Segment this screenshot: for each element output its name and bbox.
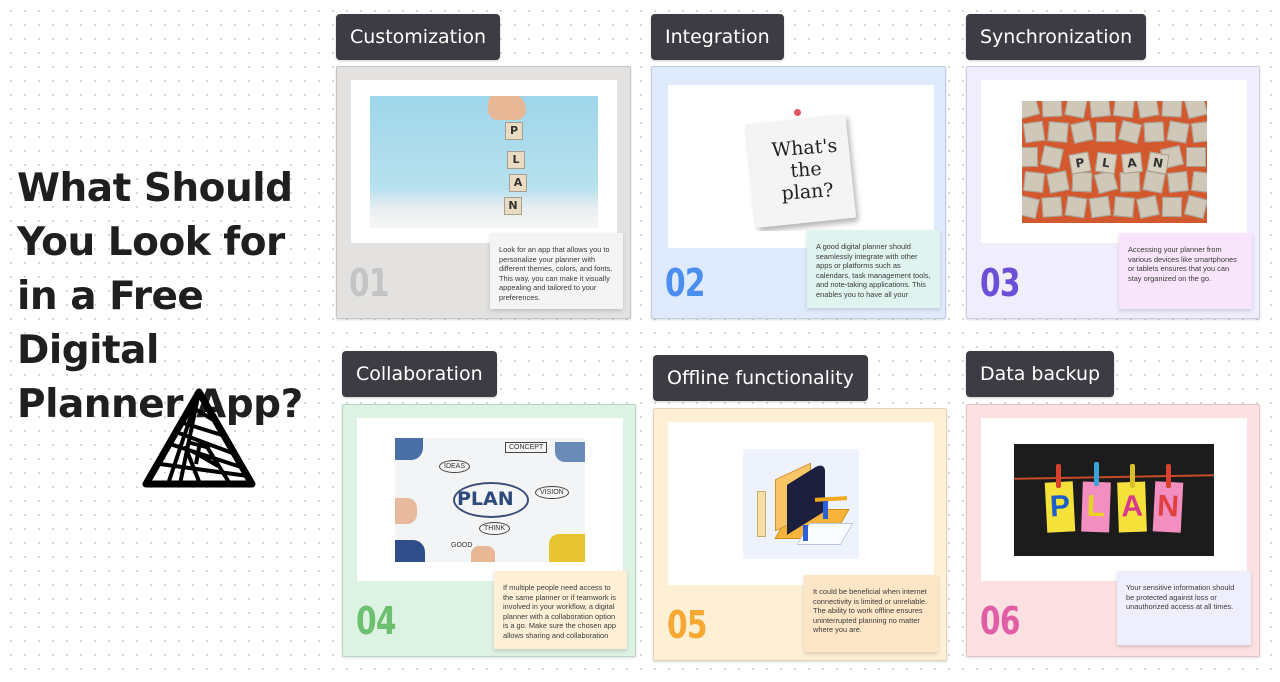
image-frame [668,422,934,585]
letter-tile: A [509,173,527,192]
letter-note: P [1044,480,1076,533]
wooden-tile [1064,195,1087,218]
plan-clothespins-image: P L A N [1014,443,1214,556]
wooden-tile [1021,100,1040,119]
letter-tile: N [504,196,522,215]
description-note: It could be beneficial when internet con… [804,575,938,652]
image-frame: PLAN IDEAS VISION THINK GOOD CONCEPT [357,418,623,581]
wooden-tile [1041,100,1062,117]
letter-tile: N [1145,150,1170,175]
letter-note: A [1117,481,1147,532]
card-collaboration: PLAN IDEAS VISION THINK GOOD CONCEPT 04 … [342,404,636,657]
wooden-tile [1135,194,1160,219]
section-label-integration: Integration [651,14,784,60]
card-number: 01 [349,261,389,305]
image-frame: What's the plan? [668,85,934,248]
card-number: 03 [980,261,1020,305]
image-frame: P L A N [351,80,617,243]
wooden-tile [1095,121,1116,142]
letter-tile: P [505,121,523,140]
wooden-tile [1088,195,1111,218]
folder-calendar-illustration [743,448,859,559]
sketch-word: PLAN [457,487,514,510]
wooden-tile [1185,146,1206,167]
wooden-tile [1183,194,1207,219]
description-note: Your sensitive information should be pro… [1117,571,1251,645]
wooden-tile [1117,119,1142,144]
letter-note: N [1152,480,1184,533]
sketch-word: CONCEPT [505,441,548,453]
letter-tile: L [1094,151,1117,174]
wooden-tile [1021,194,1040,219]
wooden-tile [1022,120,1045,143]
letter-tile: A [1120,151,1143,174]
image-frame: P L A N [981,80,1247,243]
wooden-tile [1135,100,1160,119]
wooden-tile [1071,171,1092,192]
wooden-tile [1119,171,1140,192]
wooden-tiles-image: P L A N [1021,100,1207,223]
triangle-spiral-logo [142,388,256,488]
card-number: 05 [667,603,707,647]
card-integration: What's the plan? 02 A good digital plann… [651,66,946,319]
section-label-data-backup: Data backup [966,351,1115,397]
section-label-synchronization: Synchronization [966,14,1147,60]
description-note: If multiple people need access to the sa… [494,571,627,649]
image-frame: P L A N [981,418,1247,581]
letter-tile: P [1067,150,1092,175]
card-customization: P L A N 01 Look for an app that allows y… [336,66,631,319]
wooden-tile [1190,170,1207,193]
wooden-tile [1142,120,1165,143]
wooden-tile [1088,100,1111,118]
section-label-customization: Customization [336,14,501,60]
card-synchronization: P L A N 03 Accessing your planner from v… [966,66,1260,319]
wooden-tile [1112,100,1135,118]
wooden-tile [1166,170,1189,193]
sketch-word: VISION [535,485,569,499]
wooden-tile [1069,119,1094,144]
sketch-word: GOOD [451,541,473,549]
letter-tile: L [507,150,525,169]
card-number: 04 [356,599,396,643]
wooden-tile [1045,169,1070,194]
wooden-tile [1190,120,1207,143]
card-number: 02 [665,261,705,305]
wooden-tile [1165,119,1190,144]
wooden-tile [1022,170,1045,193]
letter-note: L [1081,481,1111,532]
wooden-tile [1183,100,1207,119]
plan-blocks-image: P L A N [370,95,598,228]
wooden-tile [1046,120,1069,143]
description-note: Accessing your planner from various devi… [1119,233,1252,309]
card-data-backup: P L A N 06 Your sensitive information sh… [966,404,1260,657]
card-offline-functionality: 05 It could be beneficial when internet … [653,408,947,661]
description-note: A good digital planner should seamlessly… [807,230,940,308]
brainstorm-plan-image: PLAN IDEAS VISION THINK GOOD CONCEPT [395,437,585,562]
sketch-word: IDEAS [439,459,471,473]
section-label-collaboration: Collaboration [342,351,497,397]
wooden-tile [1021,146,1038,167]
card-number: 06 [980,599,1020,643]
wooden-tile [1039,144,1064,169]
wooden-tile [1063,100,1088,119]
wooden-tile [1161,196,1182,217]
whats-the-plan-image: What's the plan? [739,103,864,231]
wooden-tile [1112,195,1135,218]
sketch-word: THINK [479,521,510,535]
wooden-tile [1040,195,1063,218]
wooden-tile [1160,100,1183,118]
description-note: Look for an app that allows you to perso… [490,233,623,309]
section-label-offline-functionality: Offline functionality [653,355,868,401]
